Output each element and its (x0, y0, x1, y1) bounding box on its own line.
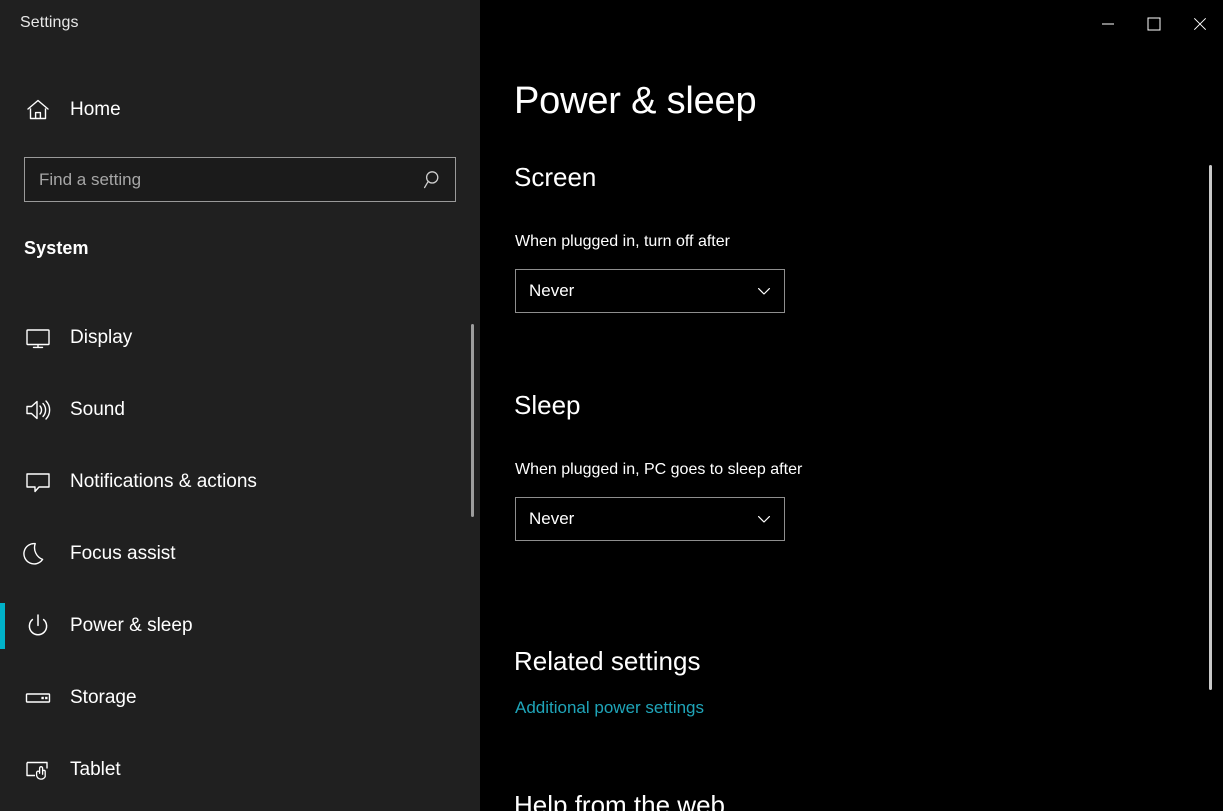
help-from-web-heading: Help from the web (514, 790, 725, 811)
sidebar-item-power-and-sleep[interactable]: Power & sleep (0, 590, 480, 662)
sidebar-item-storage[interactable]: Storage (0, 662, 480, 734)
maximize-icon (1147, 17, 1161, 31)
sidebar-item-home-label: Home (70, 99, 121, 121)
app-title: Settings (20, 14, 79, 32)
sidebar-section-title: System (24, 238, 89, 259)
sidebar-item-display-label: Display (70, 327, 132, 349)
disk-drive-icon (22, 682, 54, 714)
sidebar-scrollbar-thumb[interactable] (471, 324, 474, 517)
chevron-down-icon (744, 498, 784, 540)
selection-indicator (0, 459, 5, 505)
content-scrollbar[interactable] (1205, 48, 1217, 811)
page-title: Power & sleep (514, 80, 756, 123)
sleep-timeout-value: Never (516, 509, 574, 529)
main-content: Power & sleep Screen When plugged in, tu… (480, 48, 1223, 811)
screen-section-heading: Screen (514, 162, 596, 193)
sidebar-item-sound-label: Sound (70, 399, 125, 421)
selection-indicator (0, 531, 5, 577)
sleep-section-heading: Sleep (514, 390, 581, 421)
sidebar-nav-list: Display Sound (0, 302, 480, 806)
sidebar-item-storage-label: Storage (70, 687, 137, 709)
sidebar-item-focus-assist[interactable]: Focus assist (0, 518, 480, 590)
sidebar-item-sound[interactable]: Sound (0, 374, 480, 446)
monitor-icon (22, 322, 54, 354)
sidebar: Settings Home System (0, 0, 480, 811)
sleep-timeout-label: When plugged in, PC goes to sleep after (515, 461, 802, 479)
selection-indicator (0, 315, 5, 361)
sidebar-item-tablet-label: Tablet (70, 759, 121, 781)
selection-indicator (0, 603, 5, 649)
search-icon[interactable] (413, 158, 455, 201)
sidebar-item-display[interactable]: Display (0, 302, 480, 374)
close-icon (1193, 17, 1207, 31)
sidebar-item-notifications-label: Notifications & actions (70, 471, 257, 493)
sidebar-item-home[interactable]: Home (0, 89, 480, 131)
sidebar-item-power-and-sleep-label: Power & sleep (70, 615, 193, 637)
additional-power-settings-link[interactable]: Additional power settings (515, 698, 704, 718)
sleep-timeout-dropdown[interactable]: Never (515, 497, 785, 541)
sidebar-scrollbar[interactable] (466, 300, 478, 550)
sidebar-item-notifications[interactable]: Notifications & actions (0, 446, 480, 518)
chevron-down-icon (744, 270, 784, 312)
moon-icon (22, 538, 54, 570)
selection-indicator (0, 747, 5, 793)
speech-bubble-icon (22, 466, 54, 498)
minimize-icon (1101, 17, 1115, 31)
power-icon (22, 610, 54, 642)
maximize-button[interactable] (1131, 0, 1177, 48)
close-button[interactable] (1177, 0, 1223, 48)
titlebar-right[interactable] (480, 0, 1223, 48)
screen-timeout-label: When plugged in, turn off after (515, 233, 730, 251)
minimize-button[interactable] (1085, 0, 1131, 48)
settings-window: Settings Home System (0, 0, 1223, 811)
screen-timeout-dropdown[interactable]: Never (515, 269, 785, 313)
selection-indicator (0, 675, 5, 721)
sidebar-item-focus-assist-label: Focus assist (70, 543, 176, 565)
speaker-icon (22, 394, 54, 426)
search-input[interactable] (25, 158, 413, 201)
selection-indicator (0, 387, 5, 433)
tablet-hand-icon (22, 754, 54, 786)
home-icon (24, 96, 52, 124)
search-box[interactable] (24, 157, 456, 202)
window-controls (1085, 0, 1223, 48)
content-scrollbar-thumb[interactable] (1209, 165, 1212, 690)
screen-timeout-value: Never (516, 281, 574, 301)
titlebar-left[interactable]: Settings (0, 0, 480, 48)
related-settings-heading: Related settings (514, 646, 700, 677)
sidebar-item-tablet[interactable]: Tablet (0, 734, 480, 806)
